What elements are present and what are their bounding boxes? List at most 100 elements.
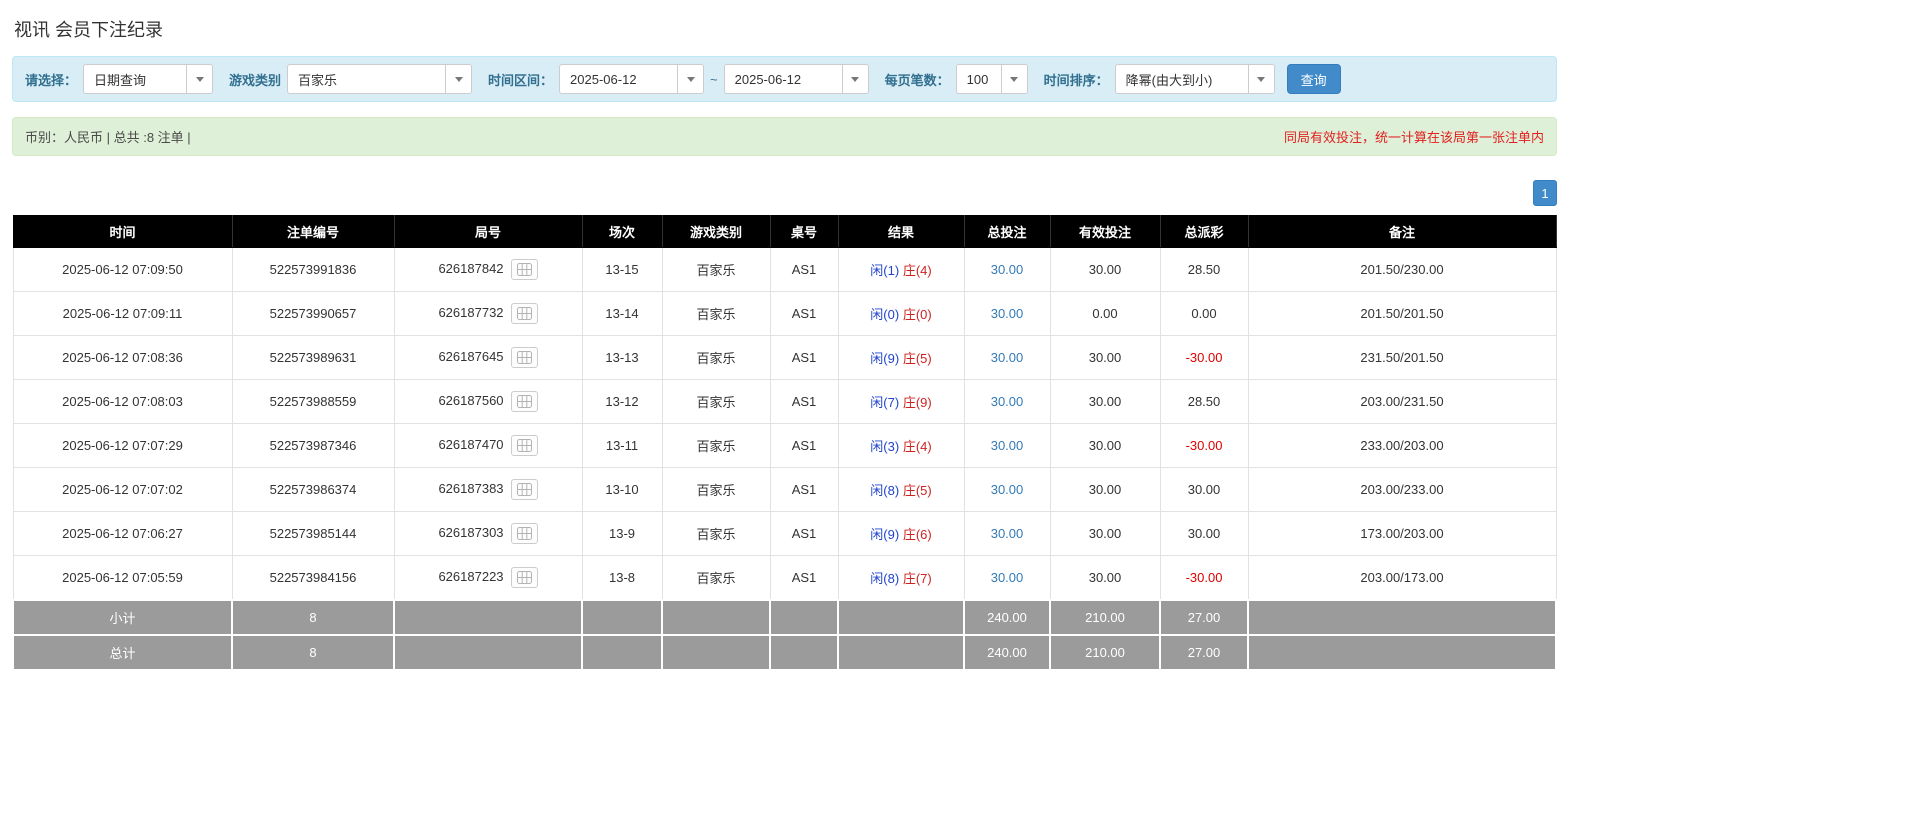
- total-bet-link[interactable]: 30.00: [991, 306, 1024, 321]
- table-row: 2025-06-12 07:08:36522573989631626187645…: [13, 336, 1556, 380]
- result-banker: 庄(7): [903, 571, 932, 586]
- cell-game-type: 百家乐: [662, 512, 770, 556]
- cell-remark: 203.00/173.00: [1248, 556, 1556, 600]
- cell-remark: 203.00/231.50: [1248, 380, 1556, 424]
- cell-session: 13-11: [582, 424, 662, 468]
- table-header: 时间 注单编号 局号 场次 游戏类别 桌号 结果 总投注 有效投注 总派彩 备注: [13, 216, 1556, 248]
- page-1-button[interactable]: 1: [1533, 180, 1557, 206]
- result-player: 闲(3): [870, 439, 899, 454]
- payout-value: 28.50: [1188, 394, 1221, 409]
- cell-total-bet: 30.00: [964, 292, 1050, 336]
- header-round-id: 局号: [394, 216, 582, 248]
- cell-bet-id: 522573990657: [232, 292, 394, 336]
- bet-table-body: 2025-06-12 07:09:50522573991836626187842…: [13, 248, 1556, 600]
- header-result: 结果: [838, 216, 964, 248]
- page-size-dropdown[interactable]: 100: [956, 64, 1028, 94]
- cell-result: 闲(9) 庄(5): [838, 336, 964, 380]
- cell-result: 闲(8) 庄(7): [838, 556, 964, 600]
- result-player: 闲(8): [870, 483, 899, 498]
- date-to-value: 2025-06-12: [725, 72, 812, 87]
- cell-bet-id: 522573984156: [232, 556, 394, 600]
- chevron-down-icon: [842, 65, 868, 93]
- date-to-dropdown[interactable]: 2025-06-12: [724, 64, 869, 94]
- result-player: 闲(9): [870, 351, 899, 366]
- game-type-dropdown[interactable]: 百家乐: [287, 64, 472, 94]
- cell-payout: -30.00: [1160, 424, 1248, 468]
- cell-total-bet: 30.00: [964, 556, 1050, 600]
- header-remark: 备注: [1248, 216, 1556, 248]
- result-banker: 庄(5): [903, 351, 932, 366]
- cell-round-id: 626187383: [394, 468, 582, 512]
- cell-remark: 173.00/203.00: [1248, 512, 1556, 556]
- round-id-text: 626187383: [438, 481, 503, 496]
- total-bet-link[interactable]: 30.00: [991, 350, 1024, 365]
- round-video-button[interactable]: [511, 479, 538, 500]
- cell-bet-id: 522573989631: [232, 336, 394, 380]
- round-video-button[interactable]: [511, 435, 538, 456]
- page-size-label: 每页笔数：: [885, 70, 950, 89]
- cell-time: 2025-06-12 07:08:36: [13, 336, 232, 380]
- chevron-down-icon: [1248, 65, 1274, 93]
- cell-valid-bet: 0.00: [1050, 292, 1160, 336]
- round-video-button[interactable]: [511, 259, 538, 280]
- cell-table-no: AS1: [770, 292, 838, 336]
- cell-bet-id: 522573987346: [232, 424, 394, 468]
- cell-game-type: 百家乐: [662, 424, 770, 468]
- cell-round-id: 626187645: [394, 336, 582, 380]
- video-replay-icon: [517, 263, 532, 276]
- select-type-dropdown[interactable]: 日期查询: [83, 64, 213, 94]
- total-bet-link[interactable]: 30.00: [991, 570, 1024, 585]
- total-bet-link[interactable]: 30.00: [991, 438, 1024, 453]
- total-bet-link[interactable]: 30.00: [991, 394, 1024, 409]
- currency-summary-text: 币别：人民币 | 总共 :8 注单 |: [25, 127, 191, 146]
- date-from-dropdown[interactable]: 2025-06-12: [559, 64, 704, 94]
- cell-remark: 233.00/203.00: [1248, 424, 1556, 468]
- summary-note-text: 同局有效投注，统一计算在该局第一张注单内: [1284, 127, 1544, 146]
- result-banker: 庄(4): [903, 439, 932, 454]
- round-video-button[interactable]: [511, 303, 538, 324]
- cell-result: 闲(3) 庄(4): [838, 424, 964, 468]
- cell-payout: 30.00: [1160, 512, 1248, 556]
- cell-session: 13-10: [582, 468, 662, 512]
- subtotal-row: 小计 8 240.00 210.00 27.00: [13, 600, 1556, 635]
- round-id-text: 626187223: [438, 569, 503, 584]
- total-bet-link[interactable]: 30.00: [991, 262, 1024, 277]
- cell-game-type: 百家乐: [662, 292, 770, 336]
- cell-game-type: 百家乐: [662, 468, 770, 512]
- total-row: 总计 8 240.00 210.00 27.00: [13, 635, 1556, 670]
- cell-table-no: AS1: [770, 556, 838, 600]
- video-replay-icon: [517, 571, 532, 584]
- result-banker: 庄(9): [903, 395, 932, 410]
- subtotal-valid-bet: 210.00: [1050, 600, 1160, 635]
- video-replay-icon: [517, 527, 532, 540]
- total-bet-link[interactable]: 30.00: [991, 482, 1024, 497]
- round-video-button[interactable]: [511, 567, 538, 588]
- cell-remark: 201.50/201.50: [1248, 292, 1556, 336]
- video-replay-icon: [517, 395, 532, 408]
- result-player: 闲(9): [870, 527, 899, 542]
- game-type-label: 游戏类别: [229, 70, 281, 89]
- page-container: 视讯 会员下注纪录 请选择： 日期查询 游戏类别 百家乐 时间区间： 2025-…: [0, 0, 1569, 681]
- date-from-value: 2025-06-12: [560, 72, 647, 87]
- cell-round-id: 626187470: [394, 424, 582, 468]
- range-separator: ~: [710, 72, 718, 87]
- table-row: 2025-06-12 07:07:02522573986374626187383…: [13, 468, 1556, 512]
- round-video-button[interactable]: [511, 391, 538, 412]
- total-bet-link[interactable]: 30.00: [991, 526, 1024, 541]
- cell-time: 2025-06-12 07:06:27: [13, 512, 232, 556]
- sort-order-dropdown[interactable]: 降幂(由大到小): [1115, 64, 1275, 94]
- search-button[interactable]: 查询: [1287, 64, 1341, 94]
- cell-session: 13-9: [582, 512, 662, 556]
- cell-time: 2025-06-12 07:07:29: [13, 424, 232, 468]
- chevron-down-icon: [186, 65, 212, 93]
- round-id-text: 626187560: [438, 393, 503, 408]
- cell-session: 13-13: [582, 336, 662, 380]
- table-row: 2025-06-12 07:09:50522573991836626187842…: [13, 248, 1556, 292]
- round-video-button[interactable]: [511, 523, 538, 544]
- cell-remark: 231.50/201.50: [1248, 336, 1556, 380]
- header-payout: 总派彩: [1160, 216, 1248, 248]
- result-banker: 庄(0): [903, 307, 932, 322]
- table-row: 2025-06-12 07:09:11522573990657626187732…: [13, 292, 1556, 336]
- round-video-button[interactable]: [511, 347, 538, 368]
- header-total-bet: 总投注: [964, 216, 1050, 248]
